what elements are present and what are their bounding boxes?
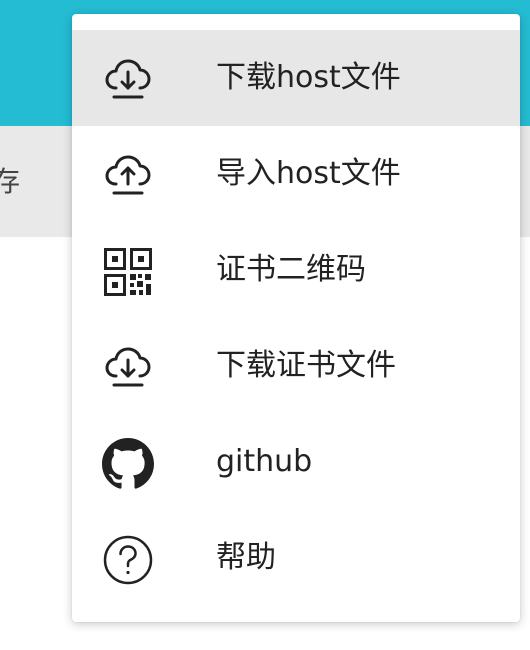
- cloud-upload-icon: [102, 150, 154, 202]
- partial-toolbar-label: 存: [0, 165, 21, 198]
- dropdown-menu: 下载host文件 导入host文件 证书二维码 下载证书文件 github 帮助: [72, 14, 520, 622]
- menu-item-label: 下载证书文件: [216, 348, 396, 383]
- menu-item-label: github: [216, 444, 313, 479]
- help-circle-icon: [102, 534, 154, 586]
- qr-code-icon: [102, 246, 154, 298]
- menu-item-label: 下载host文件: [216, 60, 401, 95]
- menu-item-github[interactable]: github: [72, 414, 520, 510]
- menu-item-label: 帮助: [216, 540, 276, 575]
- app-window: 存 下载host文件 导入host文件 证书二维码 下载证书文件 github …: [0, 0, 530, 650]
- cloud-download-icon: [102, 54, 154, 106]
- menu-item-download-host[interactable]: 下载host文件: [72, 30, 520, 126]
- menu-item-label: 导入host文件: [216, 156, 401, 191]
- github-icon: [102, 438, 154, 490]
- menu-item-download-cert[interactable]: 下载证书文件: [72, 318, 520, 414]
- menu-item-label: 证书二维码: [216, 252, 366, 287]
- cloud-download-icon: [102, 342, 154, 394]
- menu-item-help[interactable]: 帮助: [72, 510, 520, 606]
- menu-item-import-host[interactable]: 导入host文件: [72, 126, 520, 222]
- menu-item-cert-qrcode[interactable]: 证书二维码: [72, 222, 520, 318]
